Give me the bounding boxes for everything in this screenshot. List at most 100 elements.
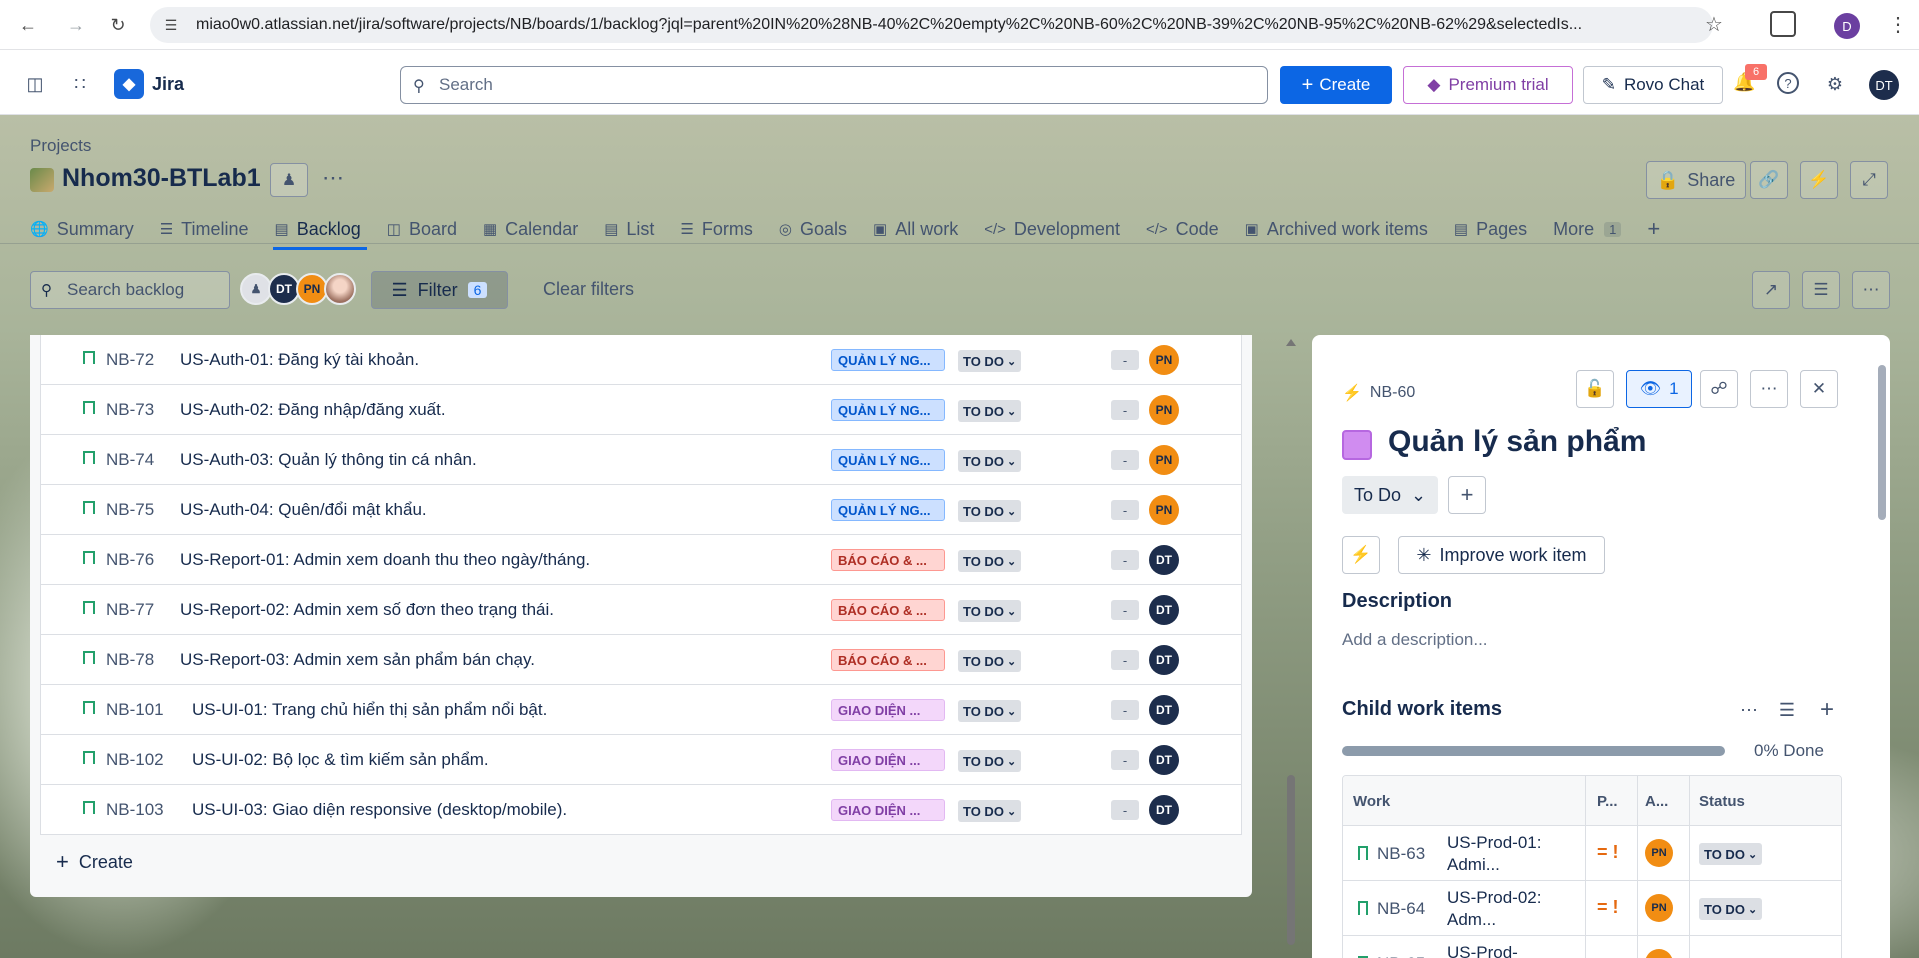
- app-switcher-icon[interactable]: ∷: [68, 72, 92, 96]
- browser-menu-icon[interactable]: ⋮: [1888, 12, 1908, 37]
- issue-summary[interactable]: US-Report-03: Admin xem sản phẩm bán chạ…: [180, 650, 535, 670]
- assignee-avatar[interactable]: PN: [1149, 395, 1179, 425]
- user-avatar[interactable]: DT: [1869, 70, 1899, 100]
- assignee-avatar[interactable]: DT: [1149, 645, 1179, 675]
- tab-forms[interactable]: ☰ Forms: [680, 212, 762, 246]
- sidebar-toggle-icon[interactable]: ◫: [23, 72, 47, 96]
- status-dropdown[interactable]: TO DO ⌄: [958, 450, 1022, 472]
- epic-lozenge[interactable]: GIAO DIỆN ...: [831, 749, 945, 771]
- issue-summary[interactable]: US-Report-02: Admin xem số đơn theo trạn…: [180, 600, 554, 620]
- backlog-row[interactable]: NB-73 US-Auth-02: Đăng nhập/đăng xuất. QUẢ…: [40, 385, 1242, 435]
- forward-icon[interactable]: →: [56, 5, 96, 45]
- extensions-icon[interactable]: [1770, 11, 1796, 37]
- back-icon[interactable]: ←: [8, 5, 48, 45]
- col-status[interactable]: Status: [1699, 793, 1745, 810]
- detail-scrollbar-thumb[interactable]: [1878, 365, 1886, 520]
- global-search-input[interactable]: ⚲ Search: [400, 66, 1268, 104]
- estimate-badge[interactable]: -: [1111, 700, 1139, 720]
- epic-lozenge[interactable]: QUẢN LÝ NG...: [831, 349, 945, 371]
- child-row[interactable]: NB-63 US-Prod-01: Admi... = ! PN TO DO ⌄: [1343, 826, 1841, 881]
- issue-summary[interactable]: US-Auth-01: Đăng ký tài khoản.: [180, 350, 419, 370]
- detail-more-icon[interactable]: ⋯: [1750, 370, 1788, 408]
- automation-bolt-icon[interactable]: ⚡: [1800, 161, 1838, 199]
- status-dropdown[interactable]: TO DO ⌄: [958, 700, 1022, 722]
- create-button[interactable]: + Create: [1280, 66, 1392, 104]
- settings-gear-icon[interactable]: ⚙: [1823, 72, 1847, 96]
- col-assignee[interactable]: A...: [1645, 793, 1668, 810]
- assignee-avatar[interactable]: DT: [1149, 795, 1179, 825]
- assignee-avatar[interactable]: DT: [1149, 695, 1179, 725]
- issue-key[interactable]: NB-103: [106, 800, 164, 820]
- reload-icon[interactable]: ↻: [98, 5, 138, 45]
- more-actions-icon[interactable]: ⋯: [1852, 271, 1890, 309]
- scroll-up-arrow-icon[interactable]: [1286, 339, 1296, 346]
- add-tab-plus-icon[interactable]: +: [1647, 212, 1670, 246]
- estimate-badge[interactable]: -: [1111, 550, 1139, 570]
- child-status-dropdown[interactable]: TO DO ⌄: [1699, 843, 1763, 865]
- tab-code[interactable]: </> Code: [1146, 212, 1229, 246]
- assignee-avatar[interactable]: DT: [1149, 545, 1179, 575]
- insights-chart-icon[interactable]: ↗: [1752, 271, 1790, 309]
- tab-all-work[interactable]: ▣ All work: [873, 212, 968, 246]
- backlog-row[interactable]: NB-101 US-UI-01: Trang chủ hiển thị sản p…: [40, 685, 1242, 735]
- tab-calendar[interactable]: ▦ Calendar: [483, 212, 588, 246]
- backlog-row[interactable]: NB-102 US-UI-02: Bộ lọc & tìm kiếm sản ph…: [40, 735, 1242, 785]
- detail-scrollbar[interactable]: [1876, 350, 1888, 950]
- estimate-badge[interactable]: -: [1111, 750, 1139, 770]
- share-icon[interactable]: ☍: [1700, 370, 1738, 408]
- tab-list[interactable]: ▤ List: [604, 212, 664, 246]
- child-row[interactable]: NB-65 US-Prod- PN: [1343, 936, 1841, 958]
- status-dropdown[interactable]: TO DO ⌄: [958, 650, 1022, 672]
- child-key[interactable]: NB-65: [1377, 954, 1425, 958]
- issue-summary[interactable]: US-UI-03: Giao diện responsive (desktop/…: [192, 800, 567, 820]
- issue-key[interactable]: NB-75: [106, 500, 154, 520]
- child-key[interactable]: NB-63: [1377, 844, 1425, 864]
- status-dropdown[interactable]: TO DO ⌄: [958, 750, 1022, 772]
- team-icon[interactable]: ♟: [270, 163, 308, 197]
- issue-summary[interactable]: US-Auth-02: Đăng nhập/đăng xuất.: [180, 400, 446, 420]
- status-dropdown[interactable]: TO DO ⌄: [958, 800, 1022, 822]
- close-icon[interactable]: ✕: [1800, 370, 1838, 408]
- estimate-badge[interactable]: -: [1111, 600, 1139, 620]
- estimate-badge[interactable]: -: [1111, 350, 1139, 370]
- epic-lozenge[interactable]: GIAO DIỆN ...: [831, 799, 945, 821]
- bookmark-star-icon[interactable]: ☆: [1705, 12, 1723, 37]
- tab-board[interactable]: ◫ Board: [387, 212, 467, 246]
- estimate-badge[interactable]: -: [1111, 500, 1139, 520]
- issue-key[interactable]: NB-78: [106, 650, 154, 670]
- improve-work-item-button[interactable]: ✳ Improve work item: [1398, 536, 1605, 574]
- create-issue-button[interactable]: + Create: [56, 849, 133, 875]
- backlog-row[interactable]: NB-76 US-Report-01: Admin xem doanh thu t…: [40, 535, 1242, 585]
- issue-key[interactable]: NB-102: [106, 750, 164, 770]
- help-icon[interactable]: ?: [1777, 72, 1799, 94]
- epic-lozenge[interactable]: BÁO CÁO & ...: [831, 649, 945, 671]
- epic-lozenge[interactable]: GIAO DIỆN ...: [831, 699, 945, 721]
- epic-lozenge[interactable]: BÁO CÁO & ...: [831, 549, 945, 571]
- tab-timeline[interactable]: ☰ Timeline: [160, 212, 259, 246]
- tab-backlog[interactable]: ▤ Backlog: [272, 212, 371, 250]
- status-dropdown[interactable]: TO DO ⌄: [958, 400, 1022, 422]
- issue-key[interactable]: NB-72: [106, 350, 154, 370]
- epic-lozenge[interactable]: QUẢN LÝ NG...: [831, 449, 945, 471]
- epic-lozenge[interactable]: QUẢN LÝ NG...: [831, 499, 945, 521]
- estimate-badge[interactable]: -: [1111, 800, 1139, 820]
- col-priority[interactable]: P...: [1597, 793, 1618, 810]
- backlog-search-input[interactable]: ⚲ Search backlog: [30, 271, 230, 309]
- backlog-row[interactable]: NB-75 US-Auth-04: Quên/đổi mật khẩu. QUẢN …: [40, 485, 1242, 535]
- assignee-avatar[interactable]: PN: [1149, 495, 1179, 525]
- issue-summary[interactable]: US-Auth-04: Quên/đổi mật khẩu.: [180, 500, 427, 520]
- child-row[interactable]: NB-64 US-Prod-02: Adm... = ! PN TO DO ⌄: [1343, 881, 1841, 936]
- epic-lozenge[interactable]: BÁO CÁO & ...: [831, 599, 945, 621]
- filter-button[interactable]: ☰ Filter 6: [371, 271, 508, 309]
- child-summary[interactable]: US-Prod-01: Admi...: [1447, 832, 1547, 876]
- backlog-row[interactable]: NB-77 US-Report-02: Admin xem số đơn theo…: [40, 585, 1242, 635]
- issue-summary[interactable]: US-Auth-03: Quản lý thông tin cá nhân.: [180, 450, 477, 470]
- rovo-chat-button[interactable]: ✎ Rovo Chat: [1583, 66, 1723, 104]
- issue-summary[interactable]: US-Report-01: Admin xem doanh thu theo n…: [180, 550, 590, 570]
- estimate-badge[interactable]: -: [1111, 450, 1139, 470]
- child-assignee-avatar[interactable]: PN: [1645, 949, 1673, 958]
- issue-key[interactable]: NB-77: [106, 600, 154, 620]
- lock-icon[interactable]: 🔓: [1576, 370, 1614, 408]
- tab-development[interactable]: </> Development: [984, 212, 1130, 246]
- project-more-icon[interactable]: ⋯: [322, 165, 344, 191]
